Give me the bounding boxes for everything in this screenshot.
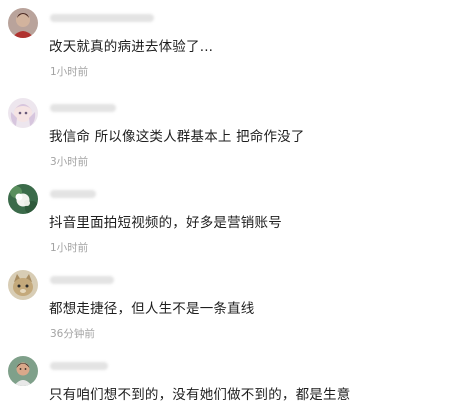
comment-text: 只有咱们想不到的，没有她们做不到的，都是生意 — [49, 387, 351, 403]
comment-text: 抖音里面拍短视频的，好多是营销账号 — [49, 215, 282, 231]
comment-time: 3小时前 — [50, 156, 89, 168]
comment-item: 抖音里面拍短视频的，好多是营销账号 1小时前 — [0, 184, 449, 264]
username[interactable] — [50, 104, 116, 112]
username[interactable] — [50, 190, 96, 198]
username[interactable] — [50, 362, 108, 370]
comment-time: 1小时前 — [50, 242, 89, 254]
avatar-cat-icon[interactable] — [8, 270, 38, 300]
username[interactable] — [50, 14, 154, 22]
avatar-boy-icon[interactable] — [8, 356, 38, 386]
comment-text: 改天就真的病进去体验了... — [49, 39, 214, 55]
comment-text: 都想走捷径，但人生不是一条直线 — [49, 301, 255, 317]
avatar-flower-icon[interactable] — [8, 184, 38, 214]
comment-item: 改天就真的病进去体验了... 1小时前 — [0, 8, 449, 88]
comment-item: 只有咱们想不到的，没有她们做不到的，都是生意 — [0, 356, 449, 413]
avatar-anime-girl-icon[interactable] — [8, 98, 38, 128]
comment-item: 我信命 所以像这类人群基本上 把命作没了 3小时前 — [0, 98, 449, 178]
comment-time: 36分钟前 — [50, 328, 95, 340]
comment-item: 都想走捷径，但人生不是一条直线 36分钟前 — [0, 270, 449, 350]
comment-text: 我信命 所以像这类人群基本上 把命作没了 — [49, 129, 305, 145]
avatar-red-figure-icon[interactable] — [8, 8, 38, 38]
comment-time: 1小时前 — [50, 66, 89, 78]
username[interactable] — [50, 276, 114, 284]
